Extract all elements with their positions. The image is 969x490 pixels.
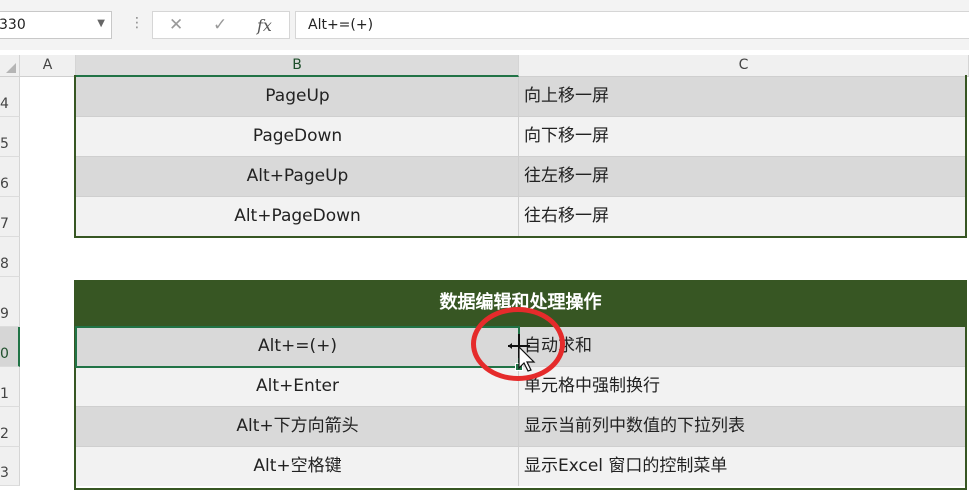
table-cell-desc[interactable]: 显示当前列中数值的下拉列表 [519,407,965,447]
table-cell-key[interactable]: Alt+空格键 [76,447,519,486]
row-header[interactable]: 6 [0,157,20,197]
row-header-selected[interactable]: 0 [0,327,20,367]
name-box-value: 330 [0,17,26,33]
table-cell-key-selected[interactable]: Alt+=(+) [76,327,519,367]
formula-bar: 330 ▼ ⋮ ✕ ✓ fx Alt+=(+) [0,0,969,50]
table-cell-desc[interactable]: 往左移一屏 [519,157,965,197]
grid-line [518,77,519,237]
row-header[interactable]: 7 [0,197,20,237]
table-cell-desc[interactable]: 自动求和 [519,327,965,367]
row-header[interactable]: 2 [0,407,20,447]
table-cell-desc[interactable]: 单元格中强制换行 [519,367,965,407]
formula-value: Alt+=(+) [308,17,374,33]
formula-actions: ✕ ✓ fx [152,11,290,39]
grid-line [76,196,965,197]
table-cell-key[interactable]: Alt+PageDown [76,197,519,237]
column-header-c[interactable]: C [519,55,969,77]
table-cell-key[interactable]: PageDown [76,117,519,157]
table-cell-key[interactable]: PageUp [76,77,519,117]
row-header[interactable]: 9 [0,277,20,327]
row-header[interactable]: 3 [0,447,20,486]
check-icon[interactable]: ✓ [213,15,227,35]
chevron-down-icon[interactable]: ▼ [97,18,105,29]
table-section-header[interactable]: 数据编辑和处理操作 [74,280,967,327]
select-all-corner[interactable] [0,55,20,77]
grid-line [76,116,965,117]
row-header[interactable]: 1 [0,367,20,407]
name-box[interactable]: 330 ▼ [0,11,112,39]
table-cell-key[interactable]: Alt+下方向箭头 [76,407,519,447]
table-cell-desc[interactable]: 显示Excel 窗口的控制菜单 [519,447,965,486]
formula-input[interactable]: Alt+=(+) [295,11,969,39]
grid-line [76,406,965,407]
column-header-a[interactable]: A [20,55,76,77]
grid-line [76,156,965,157]
select-all-icon [6,63,16,73]
close-icon[interactable]: ✕ [169,15,183,35]
table-cell-desc[interactable]: 向上移一屏 [519,77,965,117]
resize-cursor-icon [508,334,536,372]
drag-handle-icon[interactable]: ⋮ [130,15,144,31]
row-header[interactable]: 4 [0,77,20,117]
grid-line [76,446,965,447]
table-cell-desc[interactable]: 往右移一屏 [519,197,965,237]
row-header[interactable]: 8 [0,237,20,277]
table-cell-key[interactable]: Alt+Enter [76,367,519,407]
table-cell-desc[interactable]: 向下移一屏 [519,117,965,157]
column-a-cells[interactable] [20,77,76,486]
row-header[interactable]: 5 [0,117,20,157]
column-header-b[interactable]: B [76,55,519,77]
table-cell-key[interactable]: Alt+PageUp [76,157,519,197]
fx-icon[interactable]: fx [257,16,272,35]
